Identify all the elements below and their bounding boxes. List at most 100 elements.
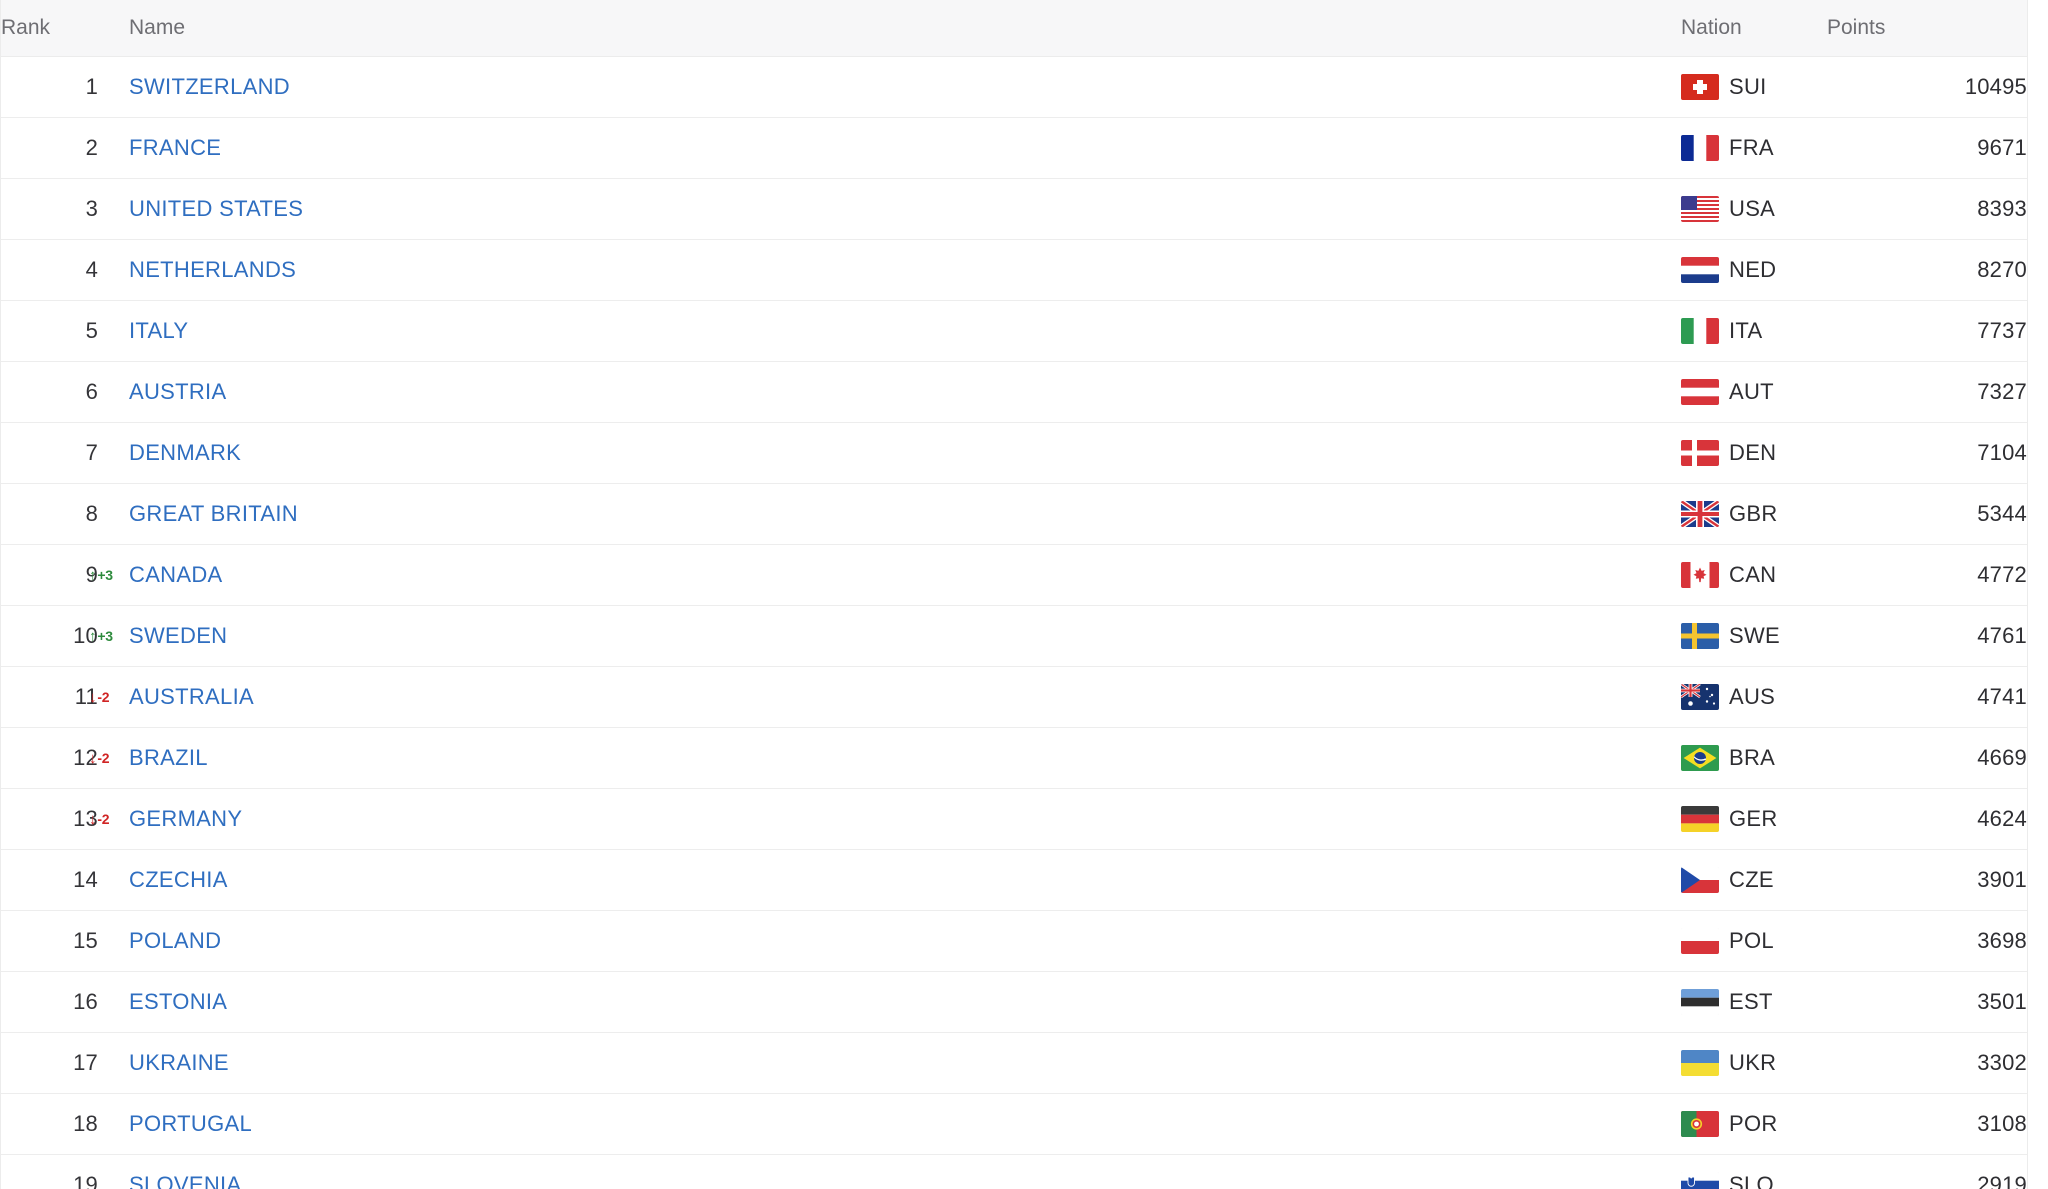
points-cell: 7104 [1827, 422, 2027, 484]
nation-code: ITA [1729, 317, 1763, 343]
table-row[interactable]: 18 PORTUGAL POR 3108 [1, 1093, 2027, 1155]
nation-cell: AUS [1681, 666, 1827, 728]
table-row[interactable]: 12 ↓-2 BRAZIL BRA 4669 [1, 727, 2027, 789]
nation-inner: AUT [1681, 378, 1827, 405]
nation-name-link[interactable]: FRANCE [129, 135, 221, 160]
points-cell: 8270 [1827, 239, 2027, 301]
table-row[interactable]: 5 ITALY ITA 7737 [1, 300, 2027, 362]
nation-cell: ITA [1681, 300, 1827, 362]
rank-change-indicator: ↓-2 [89, 689, 110, 705]
nation-name-link[interactable]: CZECHIA [129, 867, 228, 892]
nation-name-link[interactable]: AUSTRALIA [129, 684, 254, 709]
flag-can-icon [1681, 561, 1719, 588]
table-row[interactable]: 10 ↑+3 SWEDEN SWE 4761 [1, 605, 2027, 667]
nation-name-link[interactable]: POLAND [129, 928, 221, 953]
table-row[interactable]: 8 GREAT BRITAIN GBR 5344 [1, 483, 2027, 545]
rank-number: 1 [85, 73, 98, 99]
nation-name-link[interactable]: ITALY [129, 318, 188, 343]
nation-name-link[interactable]: UNITED STATES [129, 196, 303, 221]
flag-swe-icon [1681, 622, 1719, 649]
table-row[interactable]: 11 ↓-2 AUSTRALIA AUS 4741 [1, 666, 2027, 728]
name-cell: GREAT BRITAIN [129, 483, 1681, 545]
rank-inner: 13 ↓-2 [1, 789, 129, 849]
name-cell: GERMANY [129, 788, 1681, 850]
nation-name-link[interactable]: SLOVENIA [129, 1172, 241, 1189]
table-row[interactable]: 9 ↑+3 CANADA CAN 4772 [1, 544, 2027, 606]
table-row[interactable]: 14 CZECHIA CZE 3901 [1, 849, 2027, 911]
nation-code: AUT [1729, 378, 1774, 404]
table-row[interactable]: 6 AUSTRIA AUT 7327 [1, 361, 2027, 423]
points-cell: 4741 [1827, 666, 2027, 728]
nation-name-link[interactable]: GREAT BRITAIN [129, 501, 298, 526]
name-cell: CZECHIA [129, 849, 1681, 911]
rank-cell: 3 [1, 178, 129, 240]
nation-inner: FRA [1681, 134, 1827, 161]
nation-name-link[interactable]: CANADA [129, 562, 223, 587]
table-row[interactable]: 17 UKRAINE UKR 3302 [1, 1032, 2027, 1094]
nation-code: BRA [1729, 744, 1776, 770]
nation-inner: BRA [1681, 744, 1827, 771]
rank-number: 2 [85, 134, 98, 160]
table-row[interactable]: 4 NETHERLANDS NED 8270 [1, 239, 2027, 301]
nation-name-link[interactable]: UKRAINE [129, 1050, 229, 1075]
name-cell: UNITED STATES [129, 178, 1681, 240]
points-cell: 4761 [1827, 605, 2027, 667]
arrow-down-icon: ↓ [89, 749, 97, 767]
rank-inner: 15 [1, 911, 129, 971]
nation-name-link[interactable]: GERMANY [129, 806, 242, 831]
rank-inner: 18 [1, 1094, 129, 1154]
rank-number: 16 [73, 988, 98, 1014]
table-row[interactable]: 7 DENMARK DEN 7104 [1, 422, 2027, 484]
nation-code: DEN [1729, 439, 1777, 465]
rank-number: 15 [73, 927, 98, 953]
nation-name-link[interactable]: NETHERLANDS [129, 257, 296, 282]
nation-name-link[interactable]: BRAZIL [129, 745, 208, 770]
nation-cell: GBR [1681, 483, 1827, 545]
nation-name-link[interactable]: SWITZERLAND [129, 74, 290, 99]
nation-inner: SUI [1681, 73, 1827, 100]
rank-cell: 4 [1, 239, 129, 301]
rank-number: 3 [85, 195, 98, 221]
nation-inner: CZE [1681, 866, 1827, 893]
flag-fra-icon [1681, 134, 1719, 161]
nation-name-link[interactable]: PORTUGAL [129, 1111, 252, 1136]
nation-code: FRA [1729, 134, 1774, 160]
column-header-points[interactable]: Points [1827, 0, 2027, 57]
nation-cell: USA [1681, 178, 1827, 240]
name-cell: BRAZIL [129, 727, 1681, 789]
table-row[interactable]: 13 ↓-2 GERMANY GER 4624 [1, 788, 2027, 850]
nation-code: GER [1729, 805, 1778, 831]
nation-name-link[interactable]: ESTONIA [129, 989, 227, 1014]
nation-name-link[interactable]: DENMARK [129, 440, 241, 465]
rank-change-indicator: ↑+3 [89, 628, 113, 644]
column-header-rank[interactable]: Rank [1, 0, 129, 57]
rank-number: 19 [73, 1171, 98, 1189]
nation-cell: POR [1681, 1093, 1827, 1155]
nation-code: CAN [1729, 561, 1777, 587]
nation-cell: SLO [1681, 1154, 1827, 1189]
rank-number: 8 [85, 500, 98, 526]
points-cell: 7327 [1827, 361, 2027, 423]
points-cell: 4624 [1827, 788, 2027, 850]
table-row[interactable]: 19 SLOVENIA SLO 2919 [1, 1154, 2027, 1189]
nation-name-link[interactable]: SWEDEN [129, 623, 227, 648]
table-row[interactable]: 15 POLAND POL 3698 [1, 910, 2027, 972]
nation-inner: CAN [1681, 561, 1827, 588]
flag-ita-icon [1681, 317, 1719, 344]
nation-inner: GBR [1681, 500, 1827, 527]
points-cell: 3302 [1827, 1032, 2027, 1094]
rank-inner: 2 [1, 118, 129, 178]
rank-inner: 11 ↓-2 [1, 667, 129, 727]
nation-code: POR [1729, 1110, 1778, 1136]
column-header-name[interactable]: Name [129, 0, 1681, 57]
table-row[interactable]: 2 FRANCE FRA 9671 [1, 117, 2027, 179]
column-header-nation[interactable]: Nation [1681, 0, 1827, 57]
nation-name-link[interactable]: AUSTRIA [129, 379, 226, 404]
rank-cell: 1 [1, 56, 129, 118]
table-row[interactable]: 16 ESTONIA EST 3501 [1, 971, 2027, 1033]
nation-inner: SWE [1681, 622, 1827, 649]
table-row[interactable]: 3 UNITED STATES USA 8393 [1, 178, 2027, 240]
table-row[interactable]: 1 SWITZERLAND SUI 10495 [1, 56, 2027, 118]
points-cell: 3901 [1827, 849, 2027, 911]
nation-cell: NED [1681, 239, 1827, 301]
